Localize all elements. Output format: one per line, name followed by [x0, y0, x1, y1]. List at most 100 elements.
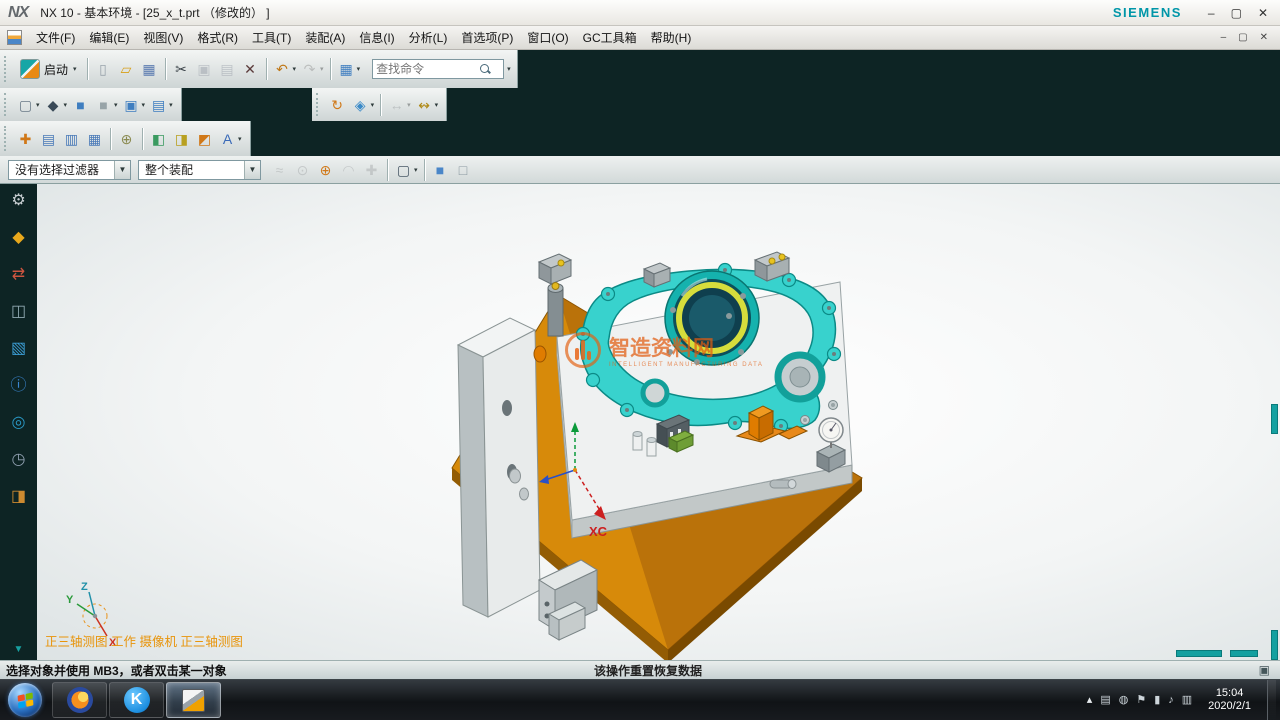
layer-visible-in-view-button[interactable]: ▥: [61, 128, 82, 149]
doc-restore-icon[interactable]: ▢: [1238, 32, 1247, 43]
start-menu-button[interactable]: 启动 ▾: [14, 57, 83, 81]
pane-splitter-handle[interactable]: [1176, 650, 1222, 657]
history-button[interactable]: ◷: [0, 452, 37, 468]
chevron-down-icon[interactable]: ▼: [244, 161, 260, 179]
pane-window-button[interactable]: ◫: [0, 304, 37, 320]
action-center-flag-button[interactable]: ⚑: [1136, 695, 1146, 706]
wcs-display-button[interactable]: ⊕: [116, 128, 137, 149]
roles-button[interactable]: ◆: [0, 230, 37, 246]
menu-item[interactable]: 视图(V): [136, 26, 190, 49]
datum-csys-button[interactable]: ◩: [194, 128, 215, 149]
customize-gear-button[interactable]: ⚙: [0, 193, 37, 209]
display-mode-button[interactable]: ■: [70, 94, 91, 115]
model-3d[interactable]: XC Z Y X: [37, 184, 1280, 660]
volume-button[interactable]: ♪: [1168, 695, 1174, 706]
snapshot-button[interactable]: ↻: [327, 94, 348, 115]
screen-layout-dropdown-icon[interactable]: ▾: [36, 101, 40, 109]
pane-splitter-handle[interactable]: [1271, 630, 1278, 660]
window-cascade-button[interactable]: ▣▾: [121, 94, 147, 115]
menu-item[interactable]: 分析(L): [402, 26, 455, 49]
redo-dropdown-icon[interactable]: ▾: [320, 65, 324, 73]
close-icon[interactable]: ✕: [1258, 6, 1268, 20]
view-orientation-dropdown-icon[interactable]: ▾: [64, 101, 68, 109]
chevron-down-icon[interactable]: ▼: [114, 161, 130, 179]
measure-distance-dropdown-icon[interactable]: ▾: [435, 101, 439, 109]
taskbar-browser-button[interactable]: [52, 682, 107, 718]
part-validation-button[interactable]: ▧: [0, 341, 37, 357]
part-file-icon[interactable]: [7, 30, 22, 45]
toolbar-grip[interactable]: [4, 93, 9, 116]
maximize-icon[interactable]: ▢: [1231, 6, 1242, 20]
toolbar-grip[interactable]: [4, 126, 9, 151]
delete-button[interactable]: ✕: [240, 59, 261, 80]
taskbar-kugou-button[interactable]: K: [109, 682, 164, 718]
security-shield-button[interactable]: ◍: [1119, 695, 1129, 706]
datum-plane-button[interactable]: ◧: [148, 128, 169, 149]
face-color-dropdown-icon[interactable]: ▾: [114, 101, 118, 109]
measure-distance-button[interactable]: ↭▾: [414, 94, 440, 115]
marquee-select-button[interactable]: ▢▾: [393, 159, 419, 180]
search-icon[interactable]: [480, 64, 491, 75]
menu-item[interactable]: 文件(F): [29, 26, 82, 49]
annotation-dropdown-icon[interactable]: ▾: [238, 135, 242, 143]
menu-item[interactable]: 帮助(H): [644, 26, 699, 49]
window-display-dropdown-icon[interactable]: ▾: [169, 101, 173, 109]
move-object-button[interactable]: ✚: [15, 128, 36, 149]
menu-item[interactable]: GC工具箱: [576, 26, 644, 49]
cut-button[interactable]: ✂: [171, 59, 192, 80]
layer-settings-button[interactable]: ▤: [38, 128, 59, 149]
save-button[interactable]: ▦: [139, 59, 160, 80]
menu-item[interactable]: 编辑(E): [82, 26, 136, 49]
pane-splitter-handle[interactable]: [1230, 650, 1258, 657]
taskbar-nx-button[interactable]: [166, 682, 221, 718]
graphics-viewport[interactable]: XC Z Y X 智造资料网 INTELLIGENT MANUFACTURING…: [37, 184, 1280, 660]
screen-layout-button[interactable]: ▢▾: [15, 94, 41, 115]
doc-close-icon[interactable]: ✕: [1260, 32, 1268, 43]
face-color-button[interactable]: ■▾: [93, 94, 119, 115]
web-browser-button[interactable]: ◎: [0, 415, 37, 431]
quick-dimension-dropdown-icon[interactable]: ▾: [407, 101, 411, 109]
menu-item[interactable]: 装配(A): [298, 26, 352, 49]
menu-item[interactable]: 窗口(O): [520, 26, 575, 49]
toolbar-grip[interactable]: [316, 93, 321, 116]
window-display-button[interactable]: ▤▾: [148, 94, 174, 115]
snap-enable-button[interactable]: ⊕: [315, 159, 336, 180]
open-button[interactable]: ▱: [116, 59, 137, 80]
menu-item[interactable]: 信息(I): [352, 26, 401, 49]
window-cascade-dropdown-icon[interactable]: ▾: [142, 101, 146, 109]
view-orientation-button[interactable]: ◆▾: [43, 94, 69, 115]
start-orb-button[interactable]: [8, 683, 42, 717]
undo-dropdown-icon[interactable]: ▾: [293, 65, 297, 73]
toolbar-grip[interactable]: [4, 56, 9, 83]
usb-device-button[interactable]: ▮: [1154, 695, 1160, 706]
minimize-icon[interactable]: –: [1208, 6, 1215, 20]
annotation-button[interactable]: A▾: [217, 128, 243, 149]
command-search-input[interactable]: [376, 62, 480, 76]
selection-filter-combo[interactable]: 没有选择过滤器 ▼: [8, 160, 131, 180]
wireframe-selection-button[interactable]: □: [453, 159, 474, 180]
datum-axis-button[interactable]: ◨: [171, 128, 192, 149]
selection-scope-combo[interactable]: 整个装配 ▼: [138, 160, 261, 180]
pane-splitter-handle[interactable]: [1271, 404, 1278, 434]
doc-minimize-icon[interactable]: –: [1221, 32, 1227, 43]
show-desktop-button[interactable]: [1267, 680, 1276, 720]
undo-button[interactable]: ↶▾: [272, 59, 298, 80]
window-button[interactable]: ▦▾: [336, 59, 362, 80]
new-part-button[interactable]: ▯: [93, 59, 114, 80]
hidden-icons-button[interactable]: ▴: [1087, 695, 1093, 706]
menu-item[interactable]: 格式(R): [190, 26, 245, 49]
network-button[interactable]: ▥: [1182, 695, 1192, 706]
taskbar-clock[interactable]: 15:04 2020/2/1: [1200, 687, 1259, 713]
display-switch-button[interactable]: ▤: [1100, 695, 1110, 706]
visual-effects-dropdown-icon[interactable]: ▾: [371, 101, 375, 109]
visual-effects-button[interactable]: ◈▾: [350, 94, 376, 115]
help-info-button[interactable]: ⓘ: [0, 378, 37, 394]
marquee-select-dropdown-icon[interactable]: ▾: [414, 166, 418, 174]
materials-palette-button[interactable]: ◨: [0, 489, 37, 505]
search-dropdown-icon[interactable]: ▾: [507, 65, 511, 73]
sidebar-collapse-icon[interactable]: ▼: [14, 644, 24, 655]
move-to-layer-button[interactable]: ▦: [84, 128, 105, 149]
status-window-icon[interactable]: ▣: [1259, 663, 1280, 677]
window-dropdown-icon[interactable]: ▾: [357, 65, 361, 73]
menu-item[interactable]: 首选项(P): [454, 26, 520, 49]
